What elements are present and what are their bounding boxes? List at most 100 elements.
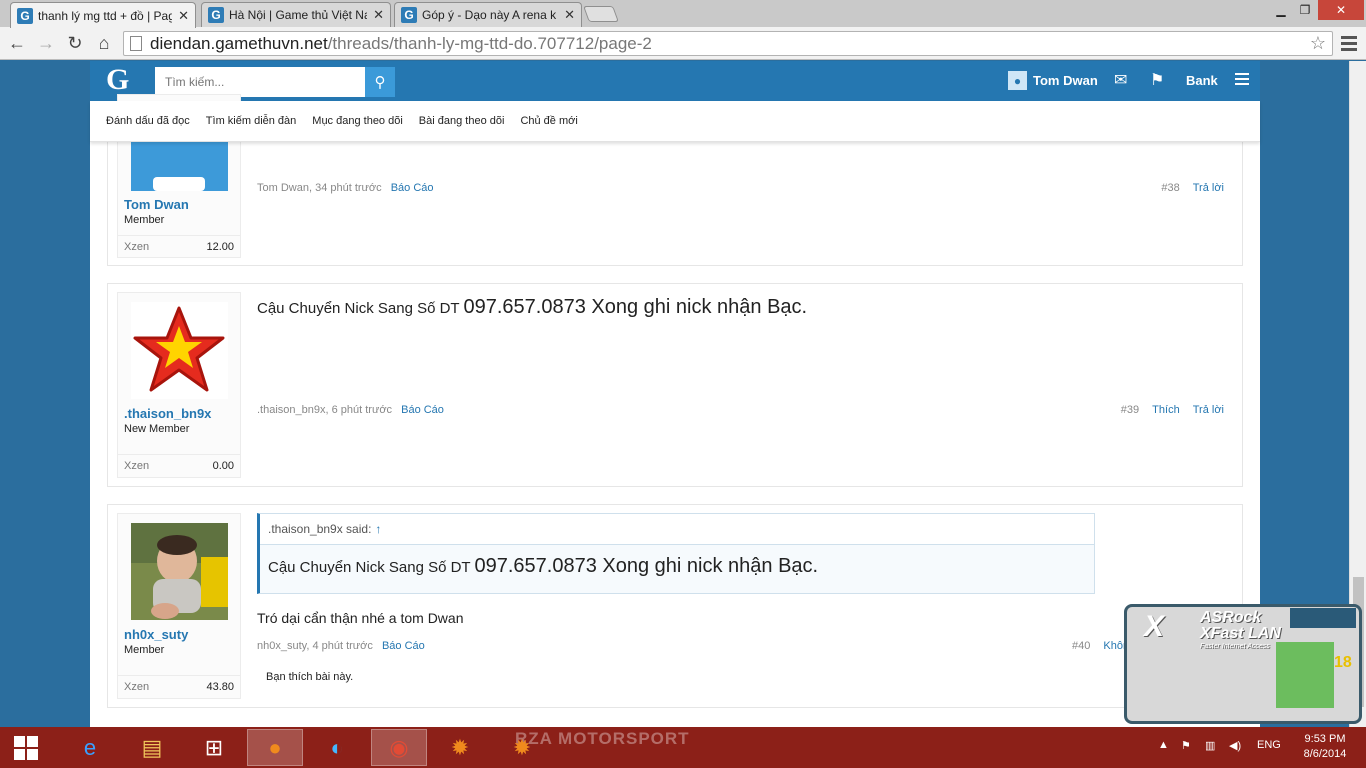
- windows-taskbar: RZA MOTORSPORT e ▤ ⊞ ● ◐ ◉ ✹ ✹ ▲ ⚑ ▥ ◀) …: [0, 727, 1366, 768]
- url-path: /threads/thanh-ly-mg-ttd-do.707712/page-…: [327, 33, 652, 53]
- site-header: G ⚲ ● Tom Dwan ✉ ⚑ Bank: [90, 61, 1260, 101]
- tab-title: Góp ý - Dạo này A rena k: [422, 8, 557, 22]
- chrome-icon[interactable]: ◉: [371, 729, 427, 766]
- subnav-mark-read[interactable]: Đánh dấu đã đọc: [106, 115, 190, 127]
- alerts-flag-icon[interactable]: ⚑: [1150, 70, 1164, 90]
- menu-hamburger-icon[interactable]: [1235, 73, 1249, 85]
- tab-title: thanh lý mg ttd + đồ | Pag: [38, 8, 173, 23]
- reply-link[interactable]: Trả lời: [1193, 182, 1224, 194]
- window-close-icon[interactable]: ✕: [1318, 0, 1364, 20]
- report-link[interactable]: Báo Cáo: [401, 404, 444, 416]
- like-link[interactable]: Thích: [1152, 404, 1180, 416]
- quote-text: Cậu Chuyển Nick Sang Số DT: [268, 559, 475, 576]
- username-label: Tom Dwan: [1033, 73, 1098, 88]
- network-icon[interactable]: ▥: [1205, 739, 1215, 752]
- reply-link[interactable]: Trả lời: [1193, 404, 1224, 416]
- back-icon[interactable]: ←: [6, 32, 28, 54]
- post-number[interactable]: #38: [1161, 182, 1179, 194]
- xzen-stat: Xzen 12.00: [118, 235, 240, 257]
- username[interactable]: nh0x_suty: [124, 627, 188, 642]
- tab-title: Hà Nội | Game thủ Việt Na: [229, 8, 368, 22]
- report-link[interactable]: Báo Cáo: [391, 182, 434, 194]
- post-meta: nh0x_suty, 4 phút trước Báo Cáo: [257, 640, 425, 652]
- username[interactable]: Tom Dwan: [124, 197, 189, 212]
- xzen-value: 0.00: [212, 459, 234, 472]
- address-bar[interactable]: diendan.gamethuvn.net/threads/thanh-ly-m…: [123, 31, 1333, 56]
- post-actions: #39 Thích Trả lời: [1121, 404, 1224, 416]
- xzen-label: Xzen: [124, 459, 150, 472]
- report-link[interactable]: Báo Cáo: [382, 640, 425, 652]
- subnav-watched-threads[interactable]: Bài đang theo dõi: [419, 115, 505, 127]
- tab-thanh-ly[interactable]: G thanh lý mg ttd + đồ | Pag ✕: [10, 2, 196, 28]
- search-icon[interactable]: ⚲: [365, 67, 395, 97]
- avatar[interactable]: [131, 302, 228, 399]
- subnav-new-threads[interactable]: Chủ đề mới: [520, 115, 577, 127]
- internet-explorer-icon[interactable]: e: [62, 729, 118, 766]
- action-center-flag-icon[interactable]: ⚑: [1181, 739, 1191, 752]
- subnav-search-forums[interactable]: Tìm kiếm diễn đàn: [206, 115, 296, 127]
- clock-date: 8/6/2014: [1303, 748, 1347, 760]
- forward-icon[interactable]: →: [35, 32, 57, 54]
- tagline-label: Faster Internet Access: [1200, 643, 1270, 650]
- sub-navigation: Đánh dấu đã đọc Tìm kiếm diễn đàn Mục đa…: [90, 101, 1260, 142]
- file-explorer-icon[interactable]: ▤: [124, 729, 180, 766]
- windows-store-icon[interactable]: ⊞: [186, 729, 242, 766]
- volume-icon[interactable]: ◀): [1229, 739, 1241, 752]
- reload-icon[interactable]: ↻: [64, 32, 86, 54]
- username[interactable]: .thaison_bn9x: [124, 406, 211, 421]
- post-number[interactable]: #39: [1121, 404, 1139, 416]
- message-text-large: 097.657.0873 Xong ghi nick nhận Bạc.: [463, 296, 808, 318]
- post-author-time[interactable]: Tom Dwan, 34 phút trước: [257, 182, 382, 194]
- new-tab-button[interactable]: [583, 6, 619, 22]
- chrome-menu-icon[interactable]: [1339, 33, 1359, 53]
- inbox-envelope-icon[interactable]: ✉: [1114, 70, 1127, 90]
- quote-author: .thaison_bn9x said:: [268, 522, 372, 536]
- user-menu[interactable]: ● Tom Dwan: [1008, 71, 1098, 90]
- minimize-icon[interactable]: ▁: [1268, 0, 1294, 20]
- subnav-watched-items[interactable]: Mục đang theo dõi: [312, 115, 403, 127]
- widget-controls[interactable]: [1290, 608, 1356, 628]
- search-input[interactable]: [155, 67, 365, 97]
- user-avatar-icon: ●: [1008, 71, 1027, 90]
- forum-page: G ⚲ ● Tom Dwan ✉ ⚑ Bank Đánh dấu đã đọc …: [90, 61, 1260, 727]
- show-hidden-icons[interactable]: ▲: [1158, 739, 1169, 751]
- post-actions: #38 Trả lời: [1161, 182, 1224, 194]
- coccoc-browser-icon[interactable]: ◐: [309, 729, 365, 766]
- firefox-icon[interactable]: ●: [247, 729, 303, 766]
- likes-summary: Bạn thích bài này.: [266, 671, 354, 683]
- game-app-icon-1[interactable]: ✹: [432, 729, 488, 766]
- star-avatar-icon: [133, 306, 225, 392]
- post-author-time[interactable]: .thaison_bn9x, 6 phút trước: [257, 404, 392, 416]
- quote-header: .thaison_bn9x said: ↑: [260, 514, 1094, 545]
- post-meta: Tom Dwan, 34 phút trước Báo Cáo: [257, 182, 434, 194]
- gamethuvn-favicon-icon: G: [208, 7, 224, 23]
- browser-toolbar: ← → ↻ ⌂ diendan.gamethuvn.net/threads/th…: [0, 27, 1366, 60]
- xfast-lan-widget[interactable]: X ASRock XFast LAN Faster Internet Acces…: [1120, 600, 1366, 727]
- bank-link[interactable]: Bank: [1186, 73, 1218, 88]
- message-text: Cậu Chuyển Nick Sang Số DT: [257, 300, 464, 317]
- close-icon[interactable]: ✕: [373, 7, 384, 23]
- xzen-label: Xzen: [124, 680, 150, 693]
- restore-icon[interactable]: ❐: [1294, 0, 1316, 20]
- site-logo[interactable]: G: [106, 63, 129, 97]
- post-number[interactable]: #40: [1072, 640, 1090, 652]
- close-icon[interactable]: ✕: [564, 7, 575, 23]
- quote-jump-arrow-icon[interactable]: ↑: [375, 522, 381, 536]
- system-clock[interactable]: 9:53 PM 8/6/2014: [1290, 732, 1360, 762]
- user-title: Member: [124, 214, 165, 226]
- gamethuvn-favicon-icon: G: [401, 7, 417, 23]
- tab-gop-y[interactable]: G Góp ý - Dạo này A rena k ✕: [394, 2, 582, 27]
- refresh-panel[interactable]: [1276, 642, 1334, 708]
- baby-photo-avatar: [131, 523, 228, 620]
- input-language[interactable]: ENG: [1257, 739, 1281, 751]
- bookmark-star-icon[interactable]: ☆: [1310, 33, 1326, 54]
- avatar[interactable]: [131, 523, 228, 620]
- post-author-time[interactable]: nh0x_suty, 4 phút trước: [257, 640, 373, 652]
- windows-start-icon[interactable]: [14, 736, 38, 760]
- game-app-icon-2[interactable]: ✹: [494, 729, 550, 766]
- home-icon[interactable]: ⌂: [93, 32, 115, 54]
- tab-ha-noi[interactable]: G Hà Nội | Game thủ Việt Na ✕: [201, 2, 391, 27]
- quote-body: Cậu Chuyển Nick Sang Số DT 097.657.0873 …: [260, 545, 1094, 588]
- close-icon[interactable]: ✕: [178, 8, 189, 24]
- xzen-stat: Xzen 0.00: [118, 454, 240, 476]
